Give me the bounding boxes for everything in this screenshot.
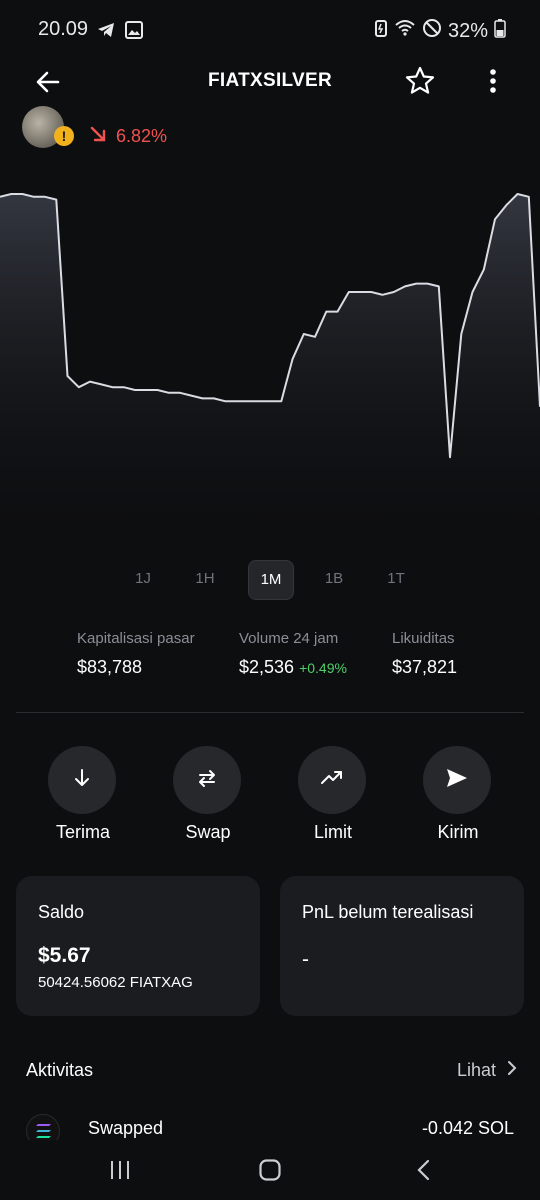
swap-icon [194,766,220,795]
battery-percent: 32% [447,19,488,42]
range-tab-1t[interactable]: 1T [374,560,418,598]
recent-apps-icon[interactable] [108,1158,132,1187]
system-nav-bar [0,1140,540,1200]
receive-button[interactable]: Terima [48,746,118,856]
activity-view-label: Lihat [456,1060,496,1080]
trend-up-icon [319,766,345,795]
limit-button[interactable]: Limit [298,746,368,856]
send-icon [444,766,470,795]
liquidity-label: Likuiditas [392,630,455,647]
pnl-value: - [302,948,309,971]
favorite-button[interactable] [402,63,438,99]
swap-label: Swap [185,822,231,842]
home-icon[interactable] [258,1158,282,1187]
telegram-icon [96,20,116,45]
pnl-card[interactable]: PnL belum terealisasi - [280,876,524,1016]
range-tab-1j[interactable]: 1J [121,560,165,598]
price-change: 6.82% [88,124,167,149]
page-title: FIATXSILVER [208,70,332,91]
range-tab-1m[interactable]: 1M [248,560,294,600]
status-bar: 20.09 32% [0,0,540,60]
status-time: 20.09 [38,18,89,40]
swap-button[interactable]: Swap [173,746,243,856]
liquidity-value: $37,821 [392,657,458,677]
star-outline-icon [402,66,438,103]
battery-icon [494,18,506,44]
status-left-icons [96,20,144,45]
battery-saver-icon [374,18,388,44]
balance-amount: 50424.56062 FIATXAG [38,974,193,991]
limit-circle[interactable] [298,746,366,814]
wifi-icon [394,18,416,44]
more-options-button[interactable] [478,64,508,100]
pnl-title: PnL belum terealisasi [302,902,474,922]
activity-view-link[interactable]: Lihat [457,1060,518,1081]
receive-label: Terima [55,822,110,842]
do-not-disturb-icon [422,18,442,44]
send-button[interactable]: Kirim [423,746,493,856]
range-tab-1b[interactable]: 1B [312,560,356,598]
arrow-down-right-icon [88,124,108,149]
activity-item-label[interactable]: Swapped [88,1118,163,1139]
price-change-value: 6.82% [116,126,168,146]
volume-value: $2,536 [239,657,295,677]
divider [16,712,524,713]
gallery-icon [124,20,144,45]
balance-title: Saldo [38,902,85,922]
chevron-right-icon [506,1060,518,1081]
chart-area [0,194,540,560]
balance-card[interactable]: Saldo $5.67 50424.56062 FIATXAG [16,876,260,1016]
limit-label: Limit [313,822,352,842]
market-cap-value: $83,788 [77,657,143,677]
volume-row: $2,536 +0.49% [239,657,347,678]
swap-circle[interactable] [173,746,241,814]
receive-circle[interactable] [48,746,116,814]
arrow-down-icon [70,766,94,795]
back-icon[interactable] [412,1158,436,1187]
activity-item-amount: -0.042 SOL [421,1118,514,1138]
vertical-dots-icon [478,69,508,104]
send-circle[interactable] [423,746,491,814]
price-chart[interactable] [0,160,540,560]
volume-label: Volume 24 jam [239,630,339,647]
balance-value: $5.67 [38,944,91,967]
status-right-icons: 32% [374,18,506,44]
warning-badge: ! [54,126,74,146]
send-label: Kirim [437,822,479,842]
activity-title: Aktivitas [26,1060,94,1080]
range-tab-1h[interactable]: 1H [183,560,227,598]
range-tabs: 1J 1H 1M 1B 1T [0,560,540,600]
volume-change: +0.49% [299,660,347,676]
market-cap-label: Kapitalisasi pasar [77,630,195,647]
